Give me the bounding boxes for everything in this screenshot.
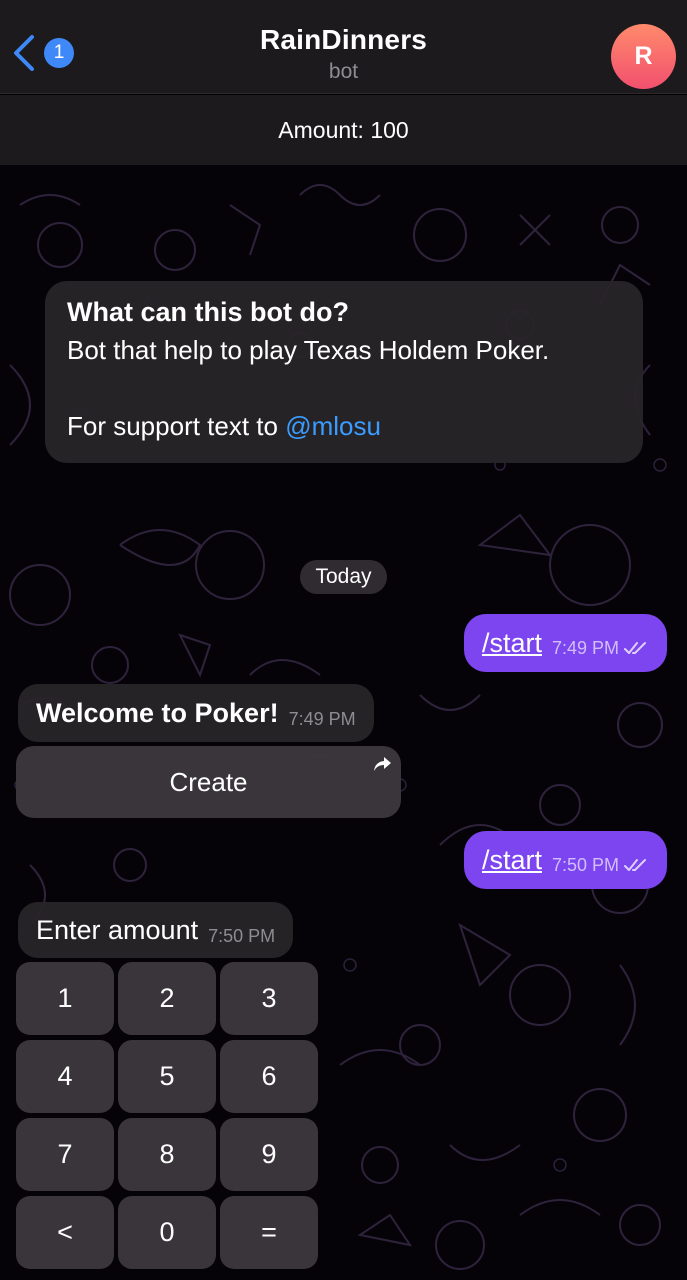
- avatar[interactable]: R: [611, 24, 676, 89]
- keypad-key-0[interactable]: 0: [118, 1196, 216, 1269]
- command-link[interactable]: /start: [482, 628, 542, 659]
- chat-title-block[interactable]: RainDinners bot: [0, 24, 687, 84]
- intro-support-line: For support text to @mlosu: [67, 407, 621, 445]
- chat-title: RainDinners: [259, 24, 428, 55]
- pinned-message-text: Amount: 100: [278, 116, 409, 143]
- double-check-icon: [624, 859, 646, 871]
- outgoing-message[interactable]: /start 7:50 PM: [463, 831, 667, 889]
- pinned-message-bar[interactable]: Amount: 100: [0, 95, 687, 165]
- bot-intro-card: What can this bot do? Bot that help to p…: [45, 281, 643, 463]
- message-text: Welcome to Poker!: [36, 697, 279, 728]
- message-time: 7:49 PM: [288, 708, 356, 729]
- message-time: 7:50 PM: [208, 925, 276, 946]
- keypad-key-backspace[interactable]: <: [16, 1196, 114, 1269]
- command-link[interactable]: /start: [482, 845, 542, 876]
- message-meta: 7:49 PM: [552, 638, 649, 659]
- incoming-message[interactable]: Welcome to Poker! 7:49 PM: [18, 684, 374, 742]
- double-check-icon: [624, 642, 646, 654]
- keypad-key-8[interactable]: 8: [118, 1118, 216, 1191]
- message-text: Enter amount: [36, 914, 199, 945]
- chat-header: 1 RainDinners bot R: [0, 0, 687, 94]
- keypad-key-7[interactable]: 7: [16, 1118, 114, 1191]
- message-time: 7:49 PM: [551, 637, 619, 658]
- keypad-key-3[interactable]: 3: [220, 962, 318, 1035]
- keypad-key-9[interactable]: 9: [220, 1118, 318, 1191]
- support-prefix: For support text to: [67, 411, 286, 441]
- chat-subtitle: bot: [328, 60, 359, 83]
- keypad-key-4[interactable]: 4: [16, 1040, 114, 1113]
- support-mention-link[interactable]: @mlosu: [285, 411, 381, 441]
- keypad-key-1[interactable]: 1: [16, 962, 114, 1035]
- message-meta: 7:50 PM: [552, 855, 649, 876]
- create-button-label: Create: [169, 766, 248, 797]
- date-separator: Today: [300, 560, 387, 594]
- keypad-key-2[interactable]: 2: [118, 962, 216, 1035]
- message-time: 7:50 PM: [551, 854, 619, 875]
- intro-title: What can this bot do?: [67, 297, 349, 327]
- share-arrow-icon: [374, 757, 391, 771]
- keypad-key-equals[interactable]: =: [220, 1196, 318, 1269]
- create-button[interactable]: Create: [16, 746, 401, 818]
- incoming-message[interactable]: Enter amount 7:50 PM: [18, 902, 294, 958]
- keypad-key-5[interactable]: 5: [118, 1040, 216, 1113]
- keypad-key-6[interactable]: 6: [220, 1040, 318, 1113]
- intro-description: Bot that help to play Texas Holdem Poker…: [67, 335, 550, 365]
- outgoing-message[interactable]: /start 7:49 PM: [463, 614, 667, 672]
